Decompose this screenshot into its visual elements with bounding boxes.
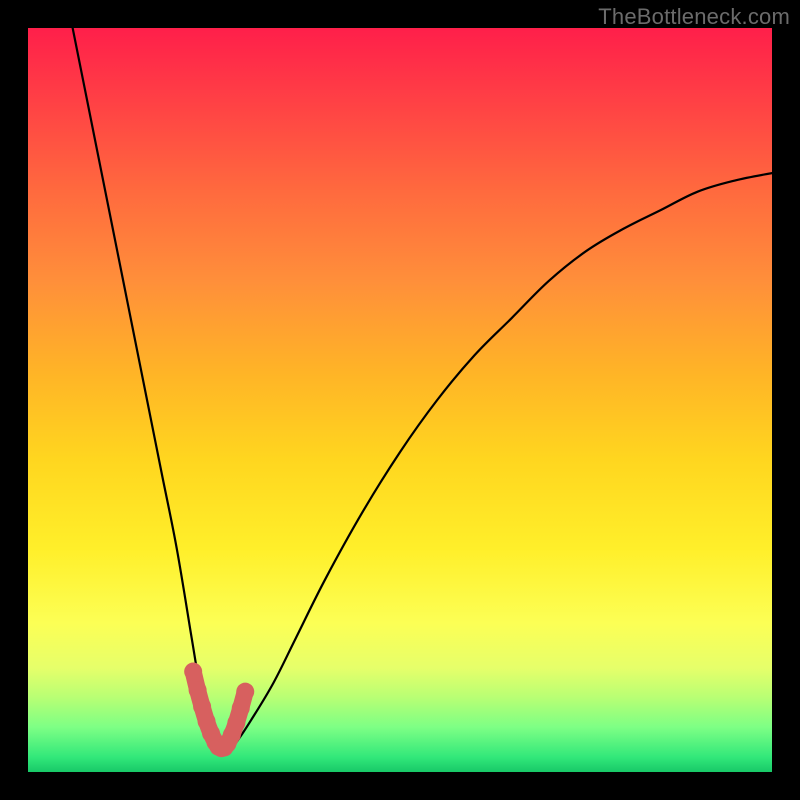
chart-frame: TheBottleneck.com [0, 0, 800, 800]
curve-group [73, 28, 772, 757]
highlight-dot [189, 681, 207, 699]
main-curve [73, 28, 772, 751]
watermark: TheBottleneck.com [598, 4, 790, 30]
highlight-dot [232, 699, 250, 717]
highlight-dots [184, 663, 254, 758]
highlight-dot [184, 663, 202, 681]
chart-plot-area [28, 28, 772, 772]
highlight-dot [236, 683, 254, 701]
chart-svg [28, 28, 772, 772]
